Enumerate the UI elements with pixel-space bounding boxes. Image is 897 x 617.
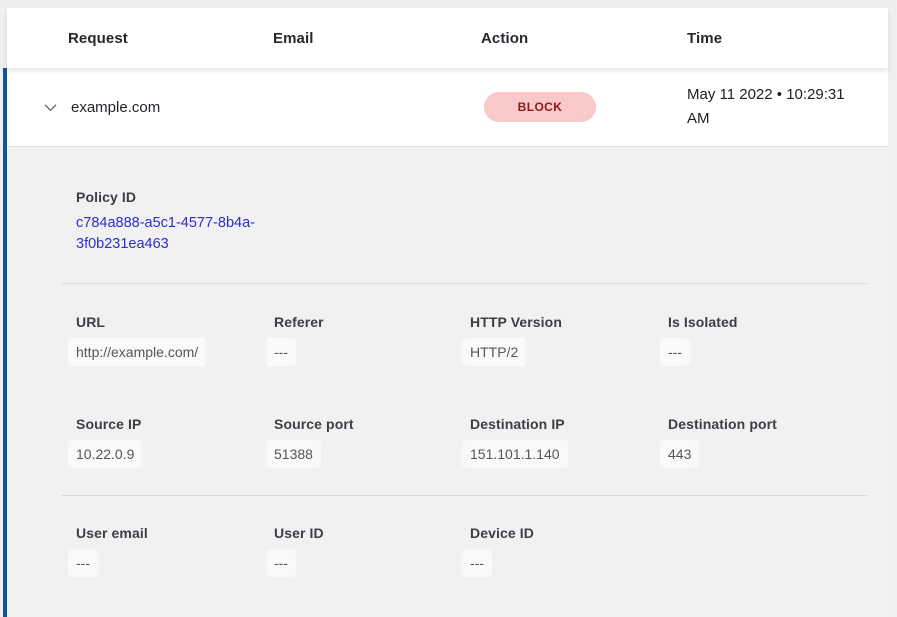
expanded-row-container: example.com BLOCK May 11 2022 • 10:29:31… — [3, 68, 888, 617]
field-policy-id: Policy ID c784a888-a5c1-4577-8b4a-3f0b23… — [7, 189, 888, 255]
column-header-action: Action — [481, 30, 687, 47]
column-header-email: Email — [273, 30, 481, 47]
activity-log-card: Request Email Action Time example.com BL… — [3, 8, 888, 617]
field-destination-port: Destination port 443 — [668, 416, 888, 468]
policy-id-link[interactable]: c784a888-a5c1-4577-8b4a-3f0b231ea463 — [76, 213, 276, 255]
field-is-isolated: Is Isolated --- — [668, 314, 888, 366]
field-user-id: User ID --- — [274, 525, 470, 577]
field-referer: Referer --- — [274, 314, 470, 366]
table-row[interactable]: example.com BLOCK May 11 2022 • 10:29:31… — [7, 68, 888, 146]
field-source-port: Source port 51388 — [274, 416, 470, 468]
policy-id-label: Policy ID — [76, 189, 888, 205]
network-fields-section: URL http://example.com/ Referer --- HTTP… — [7, 284, 888, 495]
time-cell: May 11 2022 • 10:29:31 AM — [687, 83, 863, 131]
field-user-email: User email --- — [76, 525, 274, 577]
column-header-request: Request — [68, 30, 273, 47]
request-value: example.com — [71, 99, 160, 116]
field-http-version: HTTP Version HTTP/2 — [470, 314, 668, 366]
column-header-time: Time — [687, 30, 888, 47]
field-source-ip: Source IP 10.22.0.9 — [76, 416, 274, 468]
table-header: Request Email Action Time — [7, 8, 888, 68]
row-details-panel: Policy ID c784a888-a5c1-4577-8b4a-3f0b23… — [7, 146, 888, 617]
chevron-down-icon[interactable] — [42, 99, 58, 115]
request-cell: example.com — [7, 99, 273, 116]
block-badge: BLOCK — [484, 92, 596, 122]
action-cell: BLOCK — [481, 92, 687, 122]
field-url: URL http://example.com/ — [76, 314, 274, 366]
field-device-id: Device ID --- — [470, 525, 668, 577]
user-fields-section: User email --- User ID --- Device ID --- — [7, 496, 888, 577]
field-destination-ip: Destination IP 151.101.1.140 — [470, 416, 668, 468]
